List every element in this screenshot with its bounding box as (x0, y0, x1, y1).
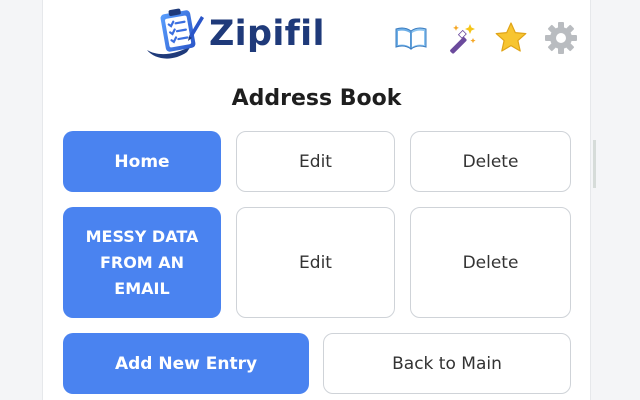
gear-icon[interactable] (543, 20, 579, 56)
back-to-main-button[interactable]: Back to Main (323, 333, 571, 394)
clipboard-logo-icon (147, 8, 204, 59)
left-page-background (0, 0, 43, 400)
book-icon[interactable] (393, 20, 429, 56)
right-page-background (590, 0, 640, 400)
delete-home-button[interactable]: Delete (410, 131, 571, 192)
edit-messy-data-button[interactable]: Edit (236, 207, 395, 318)
entry-messy-data-button[interactable]: MESSY DATA FROM AN EMAIL (63, 207, 221, 318)
delete-messy-data-button[interactable]: Delete (410, 207, 571, 318)
scrollbar-indicator[interactable] (593, 140, 596, 188)
app-name: Zipifil (209, 14, 325, 54)
add-new-entry-button[interactable]: Add New Entry (63, 333, 309, 394)
magic-wand-icon[interactable] (443, 20, 479, 56)
edit-home-button[interactable]: Edit (236, 131, 395, 192)
toolbar (393, 18, 579, 58)
app-logo: Zipifil (143, 6, 325, 62)
extension-popup: Zipifil Address Book Home Edit Delete ME… (43, 0, 590, 400)
entry-home-button[interactable]: Home (63, 131, 221, 192)
star-icon[interactable] (493, 20, 529, 56)
page-title: Address Book (231, 86, 402, 111)
